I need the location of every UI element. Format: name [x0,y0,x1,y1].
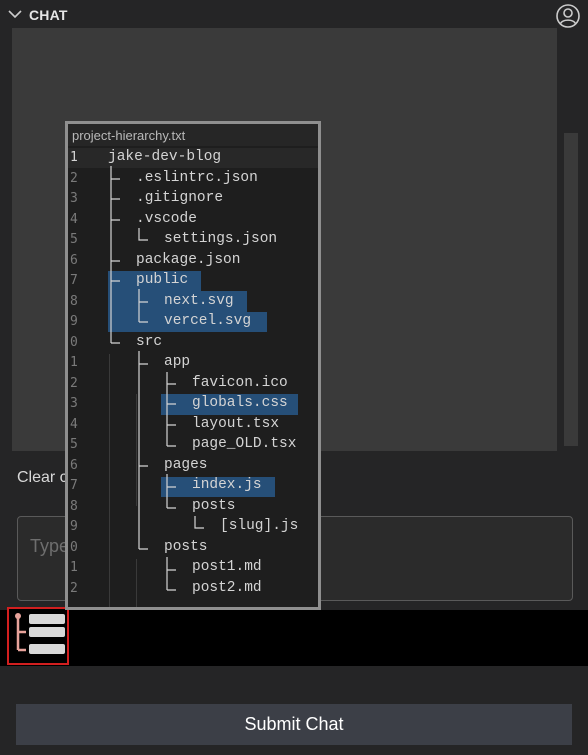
tree-entry: vercel.svg [164,313,252,329]
chat-header: CHAT [0,0,588,30]
line-number: 1 [70,560,78,575]
line-number: 8 [70,499,78,514]
line-number: 4 [70,212,78,227]
tree-entry: src [136,334,163,350]
line-number: 7 [70,478,78,493]
line-number: 5 [70,232,78,247]
tree-entry: jake-dev-blog [108,149,222,165]
tree-entry: page_OLD.tsx [192,436,297,452]
tree-entry: .gitignore [136,190,224,206]
line-number: 1 [70,355,78,370]
line-number: 4 [70,417,78,432]
line-number: 6 [70,253,78,268]
chat-toolbar [0,610,588,666]
tree-entry: favicon.ico [192,375,288,391]
chat-title: CHAT [29,7,68,23]
clear-chat-link[interactable]: Clear c [17,469,68,487]
tree-entry: .vscode [136,211,197,227]
line-number: 3 [70,396,78,411]
tree-entry: .eslintrc.json [136,170,258,186]
line-number: 2 [70,581,78,596]
tree-entry: post1.md [192,559,262,575]
line-number: 0 [70,540,78,555]
tree-entry: public [136,272,189,288]
tree-view-button[interactable] [7,607,69,665]
tree-entry: post2.md [192,580,262,596]
tree-entry: globals.css [192,395,288,411]
account-icon[interactable] [555,3,581,29]
line-number: 5 [70,437,78,452]
tree-entry: posts [164,539,208,555]
line-number: 8 [70,294,78,309]
file-preview-popup: project-hierarchy.txt 1 2 3 4 5 6 7 8 9 … [65,121,321,610]
tree-view-icon [15,613,65,654]
code-lines: 1 2 3 4 5 6 7 8 9 0 1 2 3 4 5 6 7 8 9 0 … [68,124,318,607]
line-number: 0 [70,335,78,350]
tree-entry: index.js [192,477,262,493]
line-number: 3 [70,191,78,206]
tree-entry: settings.json [164,231,278,247]
tree-entry: [slug].js [220,518,299,534]
tree-entry: pages [164,457,208,473]
line-number: 7 [70,273,78,288]
tree-entry: package.json [136,252,241,268]
line-number: 9 [70,519,78,534]
scrollbar[interactable] [564,133,578,446]
tree-entry: app [164,354,191,370]
tree-entry: posts [192,498,236,514]
tree-entry: layout.tsx [192,416,280,432]
line-number: 6 [70,458,78,473]
tree-entry: next.svg [164,293,234,309]
line-number: 1 [70,150,78,165]
chevron-down-icon[interactable] [7,6,23,22]
line-number: 2 [70,376,78,391]
line-number: 9 [70,314,78,329]
submit-chat-button[interactable]: Submit Chat [16,704,572,745]
line-number: 2 [70,171,78,186]
